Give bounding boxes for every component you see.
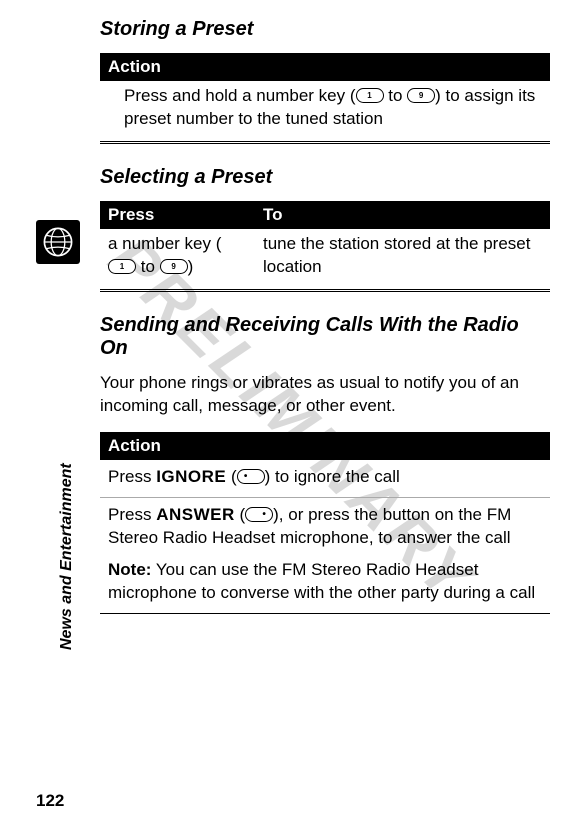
to-cell: tune the station stored at the preset lo… xyxy=(255,229,550,290)
section-title-radio-calls: Sending and Receiving Calls With the Rad… xyxy=(100,314,550,360)
press-header: Press xyxy=(100,201,255,229)
text-fragment: a number key ( xyxy=(108,234,221,253)
selecting-press-table: Press To a number key ( 1 to 9) tune the … xyxy=(100,201,550,292)
text-fragment: ( xyxy=(226,467,236,486)
storing-action-text: Press and hold a number key (1 to 9) to … xyxy=(100,81,550,142)
action-header: Action xyxy=(100,53,550,81)
to-header: To xyxy=(255,201,550,229)
text-fragment: ) xyxy=(188,257,194,276)
right-softkey-icon xyxy=(245,507,273,522)
note-label: Note: xyxy=(108,560,151,579)
left-softkey-icon xyxy=(237,469,265,484)
answer-label: ANSWER xyxy=(156,505,235,524)
action-header: Action xyxy=(100,432,550,460)
sidebar-category-label: News and Entertainment xyxy=(58,450,76,650)
key-9-icon: 9 xyxy=(407,88,435,103)
text-fragment: Press xyxy=(108,467,156,486)
text-fragment: to xyxy=(384,86,408,105)
radio-calls-intro: Your phone rings or vibrates as usual to… xyxy=(100,372,550,418)
key-1-icon: 1 xyxy=(108,259,136,274)
press-cell: a number key ( 1 to 9) xyxy=(100,229,255,290)
sidebar: News and Entertainment xyxy=(36,220,86,780)
text-fragment: to xyxy=(136,257,160,276)
answer-row: Press ANSWER (), or press the button on … xyxy=(100,497,550,614)
key-1-icon: 1 xyxy=(356,88,384,103)
text-fragment: Press and hold a number key ( xyxy=(124,86,356,105)
ignore-label: IGNORE xyxy=(156,467,226,486)
globe-icon xyxy=(36,220,80,264)
main-content: Storing a Preset Action Press and hold a… xyxy=(100,18,550,634)
ignore-row: Press IGNORE ( ) to ignore the call xyxy=(100,460,550,497)
page-number: 122 xyxy=(36,791,64,811)
note-text: You can use the FM Stereo Radio Headset … xyxy=(108,560,535,602)
storing-action-table: Action Press and hold a number key (1 to… xyxy=(100,53,550,144)
text-fragment: Press xyxy=(108,505,156,524)
section-title-storing: Storing a Preset xyxy=(100,18,550,41)
text-fragment: ) to ignore the call xyxy=(265,467,400,486)
radio-calls-action-table: Action Press IGNORE ( ) to ignore the cal… xyxy=(100,432,550,615)
text-fragment: ( xyxy=(235,505,245,524)
section-title-selecting: Selecting a Preset xyxy=(100,166,550,189)
key-9-icon: 9 xyxy=(160,259,188,274)
